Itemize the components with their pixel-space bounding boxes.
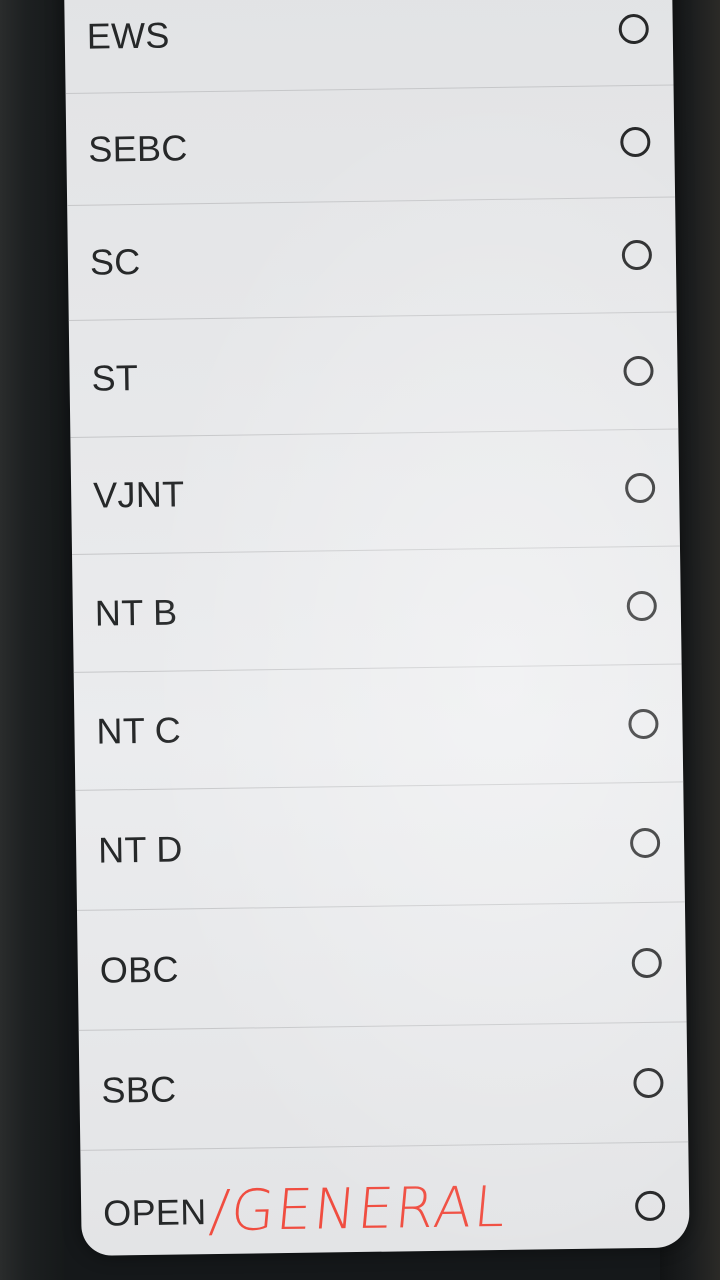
option-label: NT D [97,827,183,871]
option-row-sebc[interactable]: SEBC [65,85,676,206]
option-row-vjnt[interactable]: VJNT [70,429,680,555]
open-label-group: OPEN /GENERAL [102,1174,511,1246]
handwritten-annotation: /GENERAL [207,1174,511,1245]
phone-bezel-left [0,0,64,1280]
category-selection-sheet: EWS SEBC SC ST VJNT NT B NT C NT D OBC S… [64,0,690,1256]
option-row-ews[interactable]: EWS [64,0,674,94]
option-row-st[interactable]: ST [68,312,679,438]
option-row-sbc[interactable]: SBC [78,1022,689,1151]
radio-button-icon[interactable] [629,827,661,858]
option-label: VJNT [92,473,185,516]
option-label: OPEN [102,1190,207,1234]
option-label: SBC [101,1068,177,1111]
option-label: ST [91,357,139,399]
radio-button-icon[interactable] [624,472,656,504]
option-row-obc[interactable]: OBC [76,902,687,1031]
radio-button-icon[interactable] [631,947,662,978]
radio-button-icon[interactable] [620,126,651,157]
option-label: SC [89,240,141,283]
option-row-nt-c[interactable]: NT C [73,664,684,791]
radio-button-icon[interactable] [633,1067,664,1098]
option-label: OBC [99,947,180,991]
option-label: SEBC [88,126,188,170]
radio-button-icon[interactable] [634,1190,666,1221]
option-row-nt-d[interactable]: NT D [75,782,685,911]
option-row-sc[interactable]: SC [67,197,677,321]
option-row-open[interactable]: OPEN /GENERAL [80,1142,689,1255]
option-label: EWS [86,14,170,57]
radio-button-icon[interactable] [626,590,657,621]
radio-button-icon[interactable] [618,13,649,44]
radio-button-icon[interactable] [623,355,654,387]
option-row-nt-b[interactable]: NT B [72,546,682,673]
category-option-list: EWS SEBC SC ST VJNT NT B NT C NT D OBC S… [64,0,690,1256]
radio-button-icon[interactable] [621,239,653,271]
radio-button-icon[interactable] [628,708,659,739]
option-label: NT C [96,708,182,752]
option-label: NT B [94,590,178,634]
